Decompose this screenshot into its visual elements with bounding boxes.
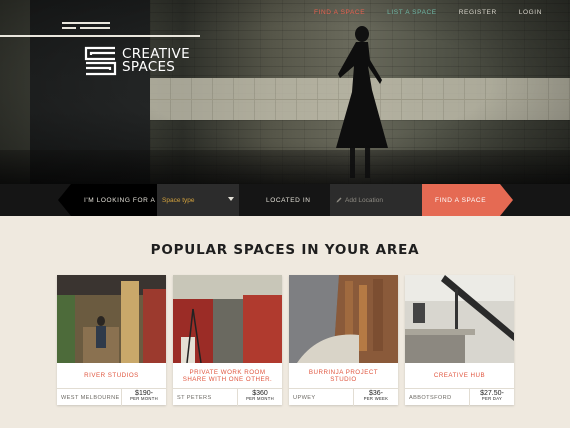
space-card-price: $360 PER MONTH bbox=[237, 389, 282, 406]
space-card-price: $190- PER MONTH bbox=[121, 389, 166, 406]
space-card-location: UPWEY bbox=[293, 394, 316, 401]
space-type-value: Space type bbox=[162, 196, 195, 204]
nav-register[interactable]: REGISTER bbox=[459, 9, 497, 16]
space-card-price: $27.50- PER DAY bbox=[469, 389, 514, 406]
price-period: PER DAY bbox=[481, 396, 503, 401]
top-nav: FIND A SPACE LIST A SPACE REGISTER LOGIN bbox=[314, 9, 542, 16]
space-card-title[interactable]: PRIVATE WORK ROOM SHARE WITH ONE OTHER. bbox=[173, 363, 282, 388]
menu-lines-icon[interactable] bbox=[62, 20, 122, 34]
space-type-select[interactable]: Space type bbox=[157, 184, 239, 216]
section-heading: POPULAR SPACES IN YOUR AREA bbox=[150, 242, 420, 258]
price-period: PER WEEK bbox=[363, 396, 389, 401]
pencil-icon bbox=[336, 197, 342, 203]
space-card-location: WEST MELBOURNE bbox=[61, 394, 120, 401]
space-card[interactable]: CREATIVE HUB ABBOTSFORD $27.50- PER DAY bbox=[405, 275, 514, 406]
location-placeholder: Add Location bbox=[345, 196, 383, 204]
price-period: PER MONTH bbox=[130, 396, 158, 401]
dropdown-caret-icon bbox=[228, 197, 234, 201]
space-card-image bbox=[173, 275, 282, 363]
space-card[interactable]: BURRINJA PROJECT STUDIO UPWEY $36- PER W… bbox=[289, 275, 398, 406]
looking-for-label: I'M LOOKING FOR A bbox=[84, 196, 156, 204]
location-input[interactable]: Add Location bbox=[330, 184, 422, 216]
space-card[interactable]: PRIVATE WORK ROOM SHARE WITH ONE OTHER. … bbox=[173, 275, 282, 406]
space-card-location: ABBOTSFORD bbox=[409, 394, 452, 401]
space-card-image bbox=[289, 275, 398, 363]
space-card[interactable]: RIVER STUDIOS WEST MELBOURNE $190- PER M… bbox=[57, 275, 166, 406]
site-logo[interactable]: CREATIVE SPACES bbox=[84, 46, 190, 76]
price-period: PER MONTH bbox=[246, 396, 274, 401]
hero-banner: CREATIVE SPACES FIND A SPACE LIST A SPAC… bbox=[0, 0, 570, 184]
find-space-button-label: FIND A SPACE bbox=[435, 196, 487, 204]
search-bar: I'M LOOKING FOR A Space type LOCATED IN … bbox=[0, 184, 570, 216]
space-card-title[interactable]: RIVER STUDIOS bbox=[57, 363, 166, 388]
space-card-image bbox=[405, 275, 514, 363]
space-card-location: ST PETERS bbox=[177, 394, 212, 401]
space-card-title[interactable]: CREATIVE HUB bbox=[405, 363, 514, 388]
located-in-label: LOCATED IN bbox=[266, 196, 311, 204]
logo-mark-icon bbox=[84, 46, 117, 76]
space-card-price: $36- PER WEEK bbox=[353, 389, 398, 406]
space-card-title[interactable]: BURRINJA PROJECT STUDIO bbox=[289, 363, 398, 388]
nav-login[interactable]: LOGIN bbox=[519, 9, 542, 16]
space-card-image bbox=[57, 275, 166, 363]
find-space-button[interactable]: FIND A SPACE bbox=[422, 184, 500, 216]
logo-line-2: SPACES bbox=[122, 59, 176, 75]
nav-list-space[interactable]: LIST A SPACE bbox=[387, 9, 437, 16]
nav-find-space[interactable]: FIND A SPACE bbox=[314, 9, 365, 16]
